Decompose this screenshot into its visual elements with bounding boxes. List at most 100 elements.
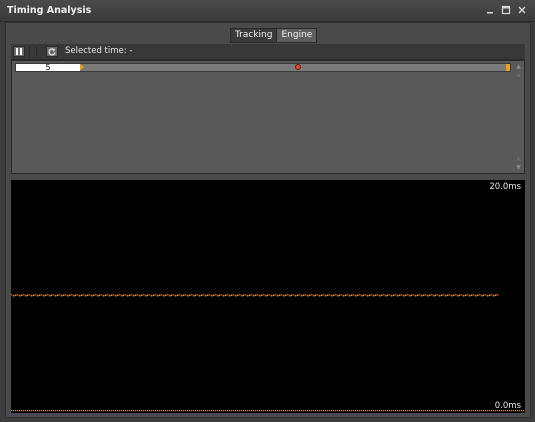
vertical-scrollbar[interactable]: ▲ ▪ ▲ ▼ [515, 63, 522, 171]
baseline-point [409, 410, 411, 412]
trace-point [195, 294, 197, 296]
trace-point [205, 295, 207, 297]
min-time-label: 0.0ms [494, 401, 521, 411]
scroll-up-icon[interactable]: ▲ [515, 63, 522, 70]
baseline-point [289, 410, 291, 412]
baseline-point [277, 410, 279, 412]
trace-point [33, 294, 35, 296]
start-marker[interactable] [80, 64, 84, 70]
timing-graph: 20.0ms 0.0ms [11, 180, 525, 413]
pause-button[interactable] [13, 46, 25, 57]
scroll-thumb[interactable]: ▪ [515, 72, 522, 79]
maximize-icon[interactable] [499, 3, 513, 17]
baseline-point [53, 410, 55, 412]
scroll-up-icon[interactable]: ▲ [515, 155, 522, 162]
trace-point [337, 295, 339, 297]
baseline-point [491, 410, 493, 412]
baseline-point [451, 410, 453, 412]
baseline-point [423, 410, 425, 412]
trace-point [85, 295, 87, 297]
baseline-point [445, 410, 447, 412]
baseline-point [35, 410, 37, 412]
trace-point [39, 294, 41, 296]
trace-point [129, 294, 131, 296]
baseline-point [339, 410, 341, 412]
baseline-point [291, 410, 293, 412]
trace-point [55, 295, 57, 297]
baseline-point [169, 410, 171, 412]
baseline-point [405, 410, 407, 412]
baseline-point [351, 410, 353, 412]
minimize-icon[interactable] [483, 3, 497, 17]
trace-point [197, 294, 199, 296]
tracking-area: 5 ▲ ▪ ▲ ▼ [11, 60, 525, 174]
baseline-point [123, 410, 125, 412]
baseline-point [293, 410, 295, 412]
baseline-point [61, 410, 63, 412]
baseline-point [119, 410, 121, 412]
trace-point [123, 294, 125, 296]
trace-point [23, 294, 25, 296]
baseline-point [185, 410, 187, 412]
trace-point [355, 295, 357, 297]
trace-point [31, 295, 33, 297]
baseline-point [395, 410, 397, 412]
trace-point [293, 294, 295, 296]
baseline-point [55, 410, 57, 412]
baseline-point [205, 410, 207, 412]
baseline-point [449, 410, 451, 412]
baseline-point [49, 410, 51, 412]
baseline-point [421, 410, 423, 412]
trace-point [271, 295, 273, 297]
baseline-point [141, 410, 143, 412]
baseline-point [97, 410, 99, 412]
trace-point [207, 294, 209, 296]
baseline-point [235, 410, 237, 412]
baseline-point [27, 410, 29, 412]
trace-point [215, 294, 217, 296]
trace-point [87, 294, 89, 296]
baseline-point [117, 410, 119, 412]
baseline-point [337, 410, 339, 412]
trace-point [467, 294, 469, 296]
trace-point [21, 294, 23, 296]
tab-tracking[interactable]: Tracking [230, 28, 278, 43]
baseline-point [427, 410, 429, 412]
trace-point [77, 294, 79, 296]
refresh-button[interactable] [46, 46, 58, 57]
trace-point [395, 294, 397, 296]
trace-point [265, 295, 267, 297]
baseline-point [373, 410, 375, 412]
timeline-track[interactable]: 5 [15, 63, 511, 72]
trace-point [409, 295, 411, 297]
baseline-point [77, 410, 79, 412]
trace-point [17, 294, 19, 296]
trace-point [155, 294, 157, 296]
tab-engine[interactable]: Engine [277, 28, 318, 43]
trace-point [69, 294, 71, 296]
trace-point [175, 295, 177, 297]
trace-point [363, 294, 365, 296]
baseline-point [121, 410, 123, 412]
toolbar: Selected time: - [11, 44, 525, 60]
baseline-point [275, 410, 277, 412]
playhead-marker[interactable] [295, 64, 301, 70]
baseline-point [437, 410, 439, 412]
baseline-point [345, 410, 347, 412]
trace-point [347, 294, 349, 296]
trace-point [249, 294, 251, 296]
trace-point [365, 294, 367, 296]
trace-point [225, 294, 227, 296]
baseline-point [475, 410, 477, 412]
scroll-down-icon[interactable]: ▼ [515, 164, 522, 171]
baseline-point [281, 410, 283, 412]
baseline-point [267, 410, 269, 412]
trace-point [41, 294, 43, 296]
trace-point [297, 294, 299, 296]
trace-point [91, 295, 93, 297]
end-marker[interactable] [506, 64, 510, 71]
trace-point [107, 294, 109, 296]
baseline-point [457, 410, 459, 412]
baseline-point [51, 410, 53, 412]
close-icon[interactable] [515, 3, 529, 17]
